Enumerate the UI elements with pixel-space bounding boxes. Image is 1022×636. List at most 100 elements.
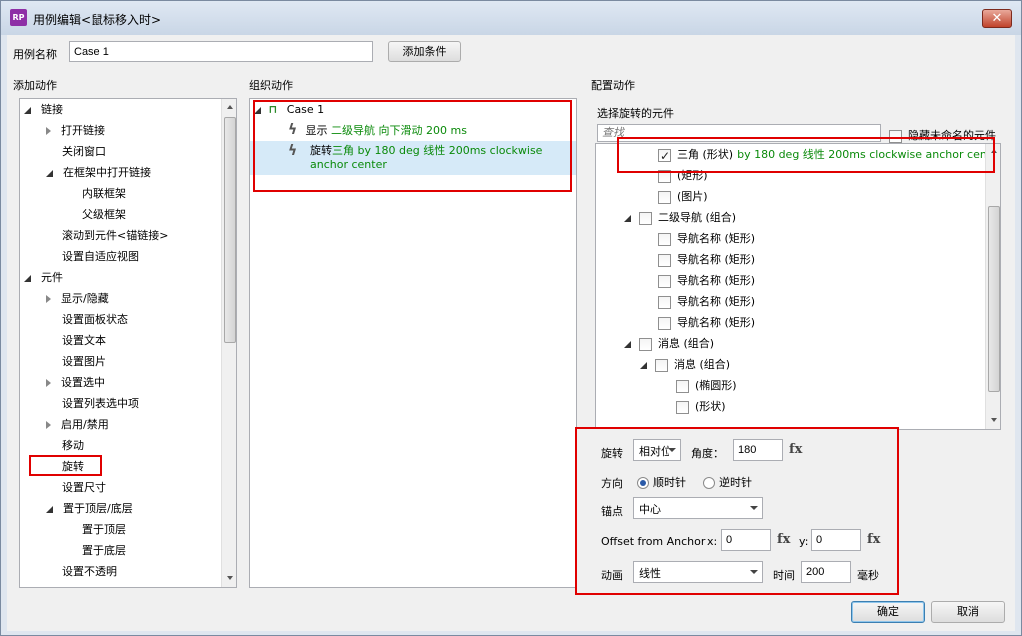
widget-tree-item[interactable]: 导航名称 (矩形) <box>658 251 755 269</box>
widget-checkbox[interactable] <box>658 316 671 330</box>
action-tree-item-label: 设置自适应视图 <box>62 250 139 263</box>
widget-tree-item[interactable]: 导航名称 (矩形) <box>658 272 755 290</box>
collapse-triangle-icon[interactable] <box>24 106 31 114</box>
action-tree-item[interactable]: 设置尺寸 <box>62 479 106 497</box>
collapse-triangle-icon[interactable] <box>640 361 647 369</box>
case-name-input[interactable] <box>69 41 373 62</box>
action-tree-item[interactable]: 显示/隐藏 <box>46 290 109 308</box>
scroll-up-arrow-icon[interactable] <box>227 105 233 109</box>
add-condition-button[interactable]: 添加条件 <box>388 41 461 62</box>
action-tree-item[interactable]: 设置不透明 <box>62 563 117 581</box>
collapse-triangle-icon[interactable] <box>624 340 631 348</box>
action-tree-item-label: 设置不透明 <box>62 565 117 578</box>
widget-tree-item[interactable]: 导航名称 (矩形) <box>658 230 755 248</box>
action-tree-item-label: 置于底层 <box>82 544 126 557</box>
action-tree-item-label: 设置选中 <box>61 376 105 389</box>
ok-button[interactable]: 确定 <box>851 601 925 623</box>
action-tree-item[interactable]: 元件 <box>24 269 63 287</box>
scroll-down-arrow-icon[interactable] <box>227 576 233 580</box>
widget-label: 导航名称 (矩形) <box>677 253 756 266</box>
action-tree-item[interactable]: 在框架中打开链接 <box>46 164 151 182</box>
widget-tree-item[interactable]: 导航名称 (矩形) <box>658 314 755 332</box>
expand-triangle-icon[interactable] <box>46 127 51 135</box>
action-tree-item-label: 置于顶层 <box>82 523 126 536</box>
collapse-triangle-icon[interactable] <box>46 169 53 177</box>
widget-checkbox[interactable] <box>658 190 671 204</box>
scroll-down-arrow-icon[interactable] <box>991 418 997 422</box>
widget-tree-item[interactable]: (形状) <box>676 398 726 416</box>
collapse-triangle-icon[interactable] <box>624 214 631 222</box>
collapse-triangle-icon[interactable] <box>46 505 53 513</box>
action-tree-item[interactable]: 设置文本 <box>62 332 106 350</box>
widget-label: (形状) <box>695 400 726 413</box>
widget-label: 消息 (组合) <box>658 337 715 350</box>
action-tree-item[interactable]: 移动 <box>62 437 84 455</box>
action-tree-item[interactable]: 打开链接 <box>46 122 105 140</box>
widget-checkbox[interactable] <box>639 337 652 351</box>
widget-tree-item[interactable]: (图片) <box>658 188 708 206</box>
close-button[interactable]: ✕ <box>982 9 1012 28</box>
action-tree-item-label: 设置尺寸 <box>62 481 106 494</box>
widget-checkbox[interactable] <box>658 232 671 246</box>
action-tree-item-label: 置于顶层/底层 <box>63 502 133 515</box>
cancel-button[interactable]: 取消 <box>931 601 1005 623</box>
expand-triangle-icon[interactable] <box>46 421 51 429</box>
action-tree-item[interactable]: 启用/禁用 <box>46 416 109 434</box>
action-tree-item[interactable]: 设置自适应视图 <box>62 248 139 266</box>
action-tree-item[interactable]: 置于顶层 <box>82 521 126 539</box>
expand-triangle-icon[interactable] <box>46 295 51 303</box>
widget-checkbox[interactable] <box>658 253 671 267</box>
action-tree-item-label: 设置列表选中项 <box>62 397 139 410</box>
app-logo-icon: RP <box>10 9 27 26</box>
collapse-triangle-icon[interactable] <box>24 274 31 282</box>
action-tree-item-label: 打开链接 <box>61 124 105 137</box>
add-actions-scrollbar[interactable] <box>221 99 236 587</box>
action-tree-item[interactable]: 关闭窗口 <box>62 143 106 161</box>
action-tree-item-label: 启用/禁用 <box>61 418 109 431</box>
action-tree-item[interactable]: 设置面板状态 <box>62 311 128 329</box>
action-tree-item-label: 设置面板状态 <box>62 313 128 326</box>
highlight-box <box>617 137 995 173</box>
widget-label: (椭圆形) <box>695 379 737 392</box>
select-widget-label: 选择旋转的元件 <box>597 107 674 120</box>
organize-actions-heading: 组织动作 <box>249 79 293 92</box>
widget-checkbox[interactable] <box>658 274 671 288</box>
action-tree-item[interactable]: 设置列表选中项 <box>62 395 139 413</box>
action-tree-item[interactable]: 置于顶层/底层 <box>46 500 133 518</box>
action-tree-item-label: 在框架中打开链接 <box>63 166 151 179</box>
action-tree-item-label: 关闭窗口 <box>62 145 106 158</box>
widget-tree-item[interactable]: 消息 (组合) <box>624 335 714 353</box>
action-tree-item-label: 元件 <box>41 271 63 284</box>
widget-tree-item[interactable]: 导航名称 (矩形) <box>658 293 755 311</box>
add-actions-heading: 添加动作 <box>13 79 57 92</box>
action-tree-item[interactable]: 设置选中 <box>46 374 105 392</box>
action-tree-item[interactable]: 设置图片 <box>62 353 106 371</box>
widget-checkbox[interactable] <box>639 211 652 225</box>
widget-checkbox[interactable] <box>676 400 689 414</box>
widget-label: 导航名称 (矩形) <box>677 316 756 329</box>
add-actions-tree: 链接打开链接关闭窗口在框架中打开链接 内联框架父级框架滚动到元件<锚链接> 设置自适… <box>19 98 237 588</box>
widget-tree-item[interactable]: 消息 (组合) <box>640 356 730 374</box>
widget-checkbox[interactable] <box>676 379 689 393</box>
widget-tree-scrollbar[interactable] <box>985 144 1000 429</box>
highlight-box <box>29 455 102 476</box>
scroll-thumb[interactable] <box>988 206 1000 392</box>
expand-triangle-icon[interactable] <box>46 379 51 387</box>
dialog-title: 用例编辑<鼠标移入时> <box>33 13 162 27</box>
highlight-box <box>253 100 572 192</box>
action-tree-item[interactable]: 置于底层 <box>82 542 126 560</box>
action-tree-item[interactable]: 链接 <box>24 101 63 119</box>
highlight-box <box>575 427 899 595</box>
widget-checkbox[interactable] <box>658 295 671 309</box>
action-tree-item-label: 内联框架 <box>82 187 126 200</box>
action-tree-item-label: 显示/隐藏 <box>61 292 109 305</box>
scroll-thumb[interactable] <box>224 117 236 343</box>
widget-checkbox[interactable] <box>655 358 668 372</box>
widget-tree-item[interactable]: (椭圆形) <box>676 377 737 395</box>
widget-label: 导航名称 (矩形) <box>677 232 756 245</box>
dialog-body: 用例名称 添加条件 添加动作 组织动作 配置动作 链接打开链接关闭窗口在框架中打… <box>7 35 1015 631</box>
action-tree-item[interactable]: 父级框架 <box>82 206 126 224</box>
widget-tree-item[interactable]: 二级导航 (组合) <box>624 209 736 227</box>
action-tree-item[interactable]: 内联框架 <box>82 185 126 203</box>
action-tree-item[interactable]: 滚动到元件<锚链接> <box>62 227 168 245</box>
